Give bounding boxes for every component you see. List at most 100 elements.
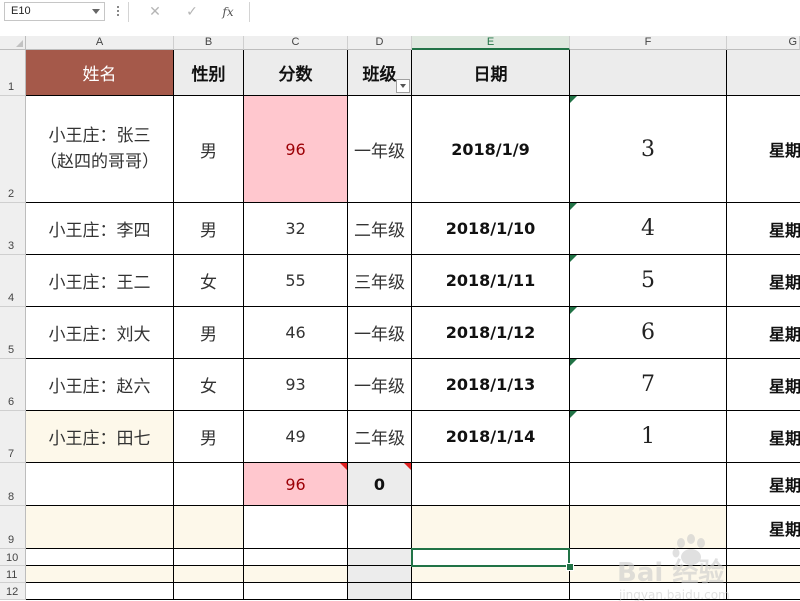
cell-e6[interactable]: 2018/1/13 xyxy=(412,359,570,411)
row-header-4[interactable]: 4 xyxy=(0,255,26,307)
row-header-6[interactable]: 6 xyxy=(0,359,26,411)
cell-a11[interactable] xyxy=(26,566,174,583)
cell-g5[interactable]: 星期 xyxy=(727,307,800,359)
cell-c2[interactable]: 96 xyxy=(244,96,348,203)
cell-f6[interactable]: 7 xyxy=(570,359,727,411)
row-header-3[interactable]: 3 xyxy=(0,203,26,255)
more-vertical-icon[interactable] xyxy=(116,4,120,18)
cell-d9[interactable] xyxy=(348,506,412,549)
cell-a9[interactable] xyxy=(26,506,174,549)
filter-dropdown-icon[interactable] xyxy=(396,79,410,93)
cell-a5[interactable]: 小王庄：刘大 xyxy=(26,307,174,359)
header-cell-gender[interactable]: 性别 xyxy=(174,50,244,96)
cell-c3[interactable]: 32 xyxy=(244,203,348,255)
cell-d6[interactable]: 一年级 xyxy=(348,359,412,411)
cancel-icon[interactable]: ✕ xyxy=(144,2,166,22)
row-header-10[interactable]: 10 xyxy=(0,549,26,566)
formula-input[interactable] xyxy=(249,2,799,22)
name-box[interactable]: E10 xyxy=(4,2,105,21)
header-cell-g[interactable] xyxy=(727,50,800,96)
column-header-g[interactable]: G xyxy=(727,36,800,50)
cell-f3[interactable]: 4 xyxy=(570,203,727,255)
column-header-d[interactable]: D xyxy=(348,36,412,50)
row-header-7[interactable]: 7 xyxy=(0,411,26,463)
cell-a3[interactable]: 小王庄：李四 xyxy=(26,203,174,255)
fill-handle[interactable] xyxy=(566,563,574,571)
cell-b6[interactable]: 女 xyxy=(174,359,244,411)
row-header-5[interactable]: 5 xyxy=(0,307,26,359)
cell-a4[interactable]: 小王庄：王二 xyxy=(26,255,174,307)
cell-e9[interactable] xyxy=(412,506,570,549)
cell-a10[interactable] xyxy=(26,549,174,566)
cell-e11[interactable] xyxy=(412,566,570,583)
select-all-button[interactable] xyxy=(0,36,26,50)
cell-c7[interactable]: 49 xyxy=(244,411,348,463)
cell-a2[interactable]: 小王庄：张三（赵四的哥哥） xyxy=(26,96,174,203)
cell-f7[interactable]: 1 xyxy=(570,411,727,463)
cell-f5[interactable]: 6 xyxy=(570,307,727,359)
row-header-1[interactable]: 1 xyxy=(0,50,26,96)
cell-g4[interactable]: 星期 xyxy=(727,255,800,307)
cell-d3[interactable]: 二年级 xyxy=(348,203,412,255)
cell-g8[interactable]: 星期 xyxy=(727,463,800,506)
cell-d11[interactable] xyxy=(348,566,412,583)
row-header-11[interactable]: 11 xyxy=(0,566,26,583)
cell-d4[interactable]: 三年级 xyxy=(348,255,412,307)
cell-d2[interactable]: 一年级 xyxy=(348,96,412,203)
cell-b12[interactable] xyxy=(174,583,244,600)
column-header-c[interactable]: C xyxy=(244,36,348,50)
cell-c9[interactable] xyxy=(244,506,348,549)
cell-g6[interactable]: 星期 xyxy=(727,359,800,411)
cell-e12[interactable] xyxy=(412,583,570,600)
cell-d5[interactable]: 一年级 xyxy=(348,307,412,359)
cell-b9[interactable] xyxy=(174,506,244,549)
cell-e3[interactable]: 2018/1/10 xyxy=(412,203,570,255)
column-header-b[interactable]: B xyxy=(174,36,244,50)
active-cell-selection[interactable] xyxy=(411,548,570,567)
cell-a7[interactable]: 小王庄：田七 xyxy=(26,411,174,463)
cell-d10[interactable] xyxy=(348,549,412,566)
cell-c6[interactable]: 93 xyxy=(244,359,348,411)
cell-c11[interactable] xyxy=(244,566,348,583)
cell-d8[interactable]: 0 xyxy=(348,463,412,506)
cell-c8[interactable]: 96 xyxy=(244,463,348,506)
column-header-a[interactable]: A xyxy=(26,36,174,50)
cell-g2[interactable]: 星期 xyxy=(727,96,800,203)
cell-b3[interactable]: 男 xyxy=(174,203,244,255)
cell-g3[interactable]: 星期 xyxy=(727,203,800,255)
cell-b4[interactable]: 女 xyxy=(174,255,244,307)
cell-b11[interactable] xyxy=(174,566,244,583)
enter-icon[interactable]: ✓ xyxy=(181,2,203,22)
row-header-12[interactable]: 12 xyxy=(0,583,26,600)
row-header-2[interactable]: 2 xyxy=(0,96,26,203)
cell-e7[interactable]: 2018/1/14 xyxy=(412,411,570,463)
cell-b7[interactable]: 男 xyxy=(174,411,244,463)
chevron-down-icon[interactable] xyxy=(92,9,100,14)
cell-g7[interactable]: 星期 xyxy=(727,411,800,463)
cell-a6[interactable]: 小王庄：赵六 xyxy=(26,359,174,411)
header-cell-date[interactable]: 日期 xyxy=(412,50,570,96)
row-header-9[interactable]: 9 xyxy=(0,506,26,549)
cell-d12[interactable] xyxy=(348,583,412,600)
cell-c12[interactable] xyxy=(244,583,348,600)
cell-a8[interactable] xyxy=(26,463,174,506)
column-header-e[interactable]: E xyxy=(412,36,570,50)
header-cell-f[interactable] xyxy=(570,50,727,96)
cell-e2[interactable]: 2018/1/9 xyxy=(412,96,570,203)
cell-d7[interactable]: 二年级 xyxy=(348,411,412,463)
cell-f8[interactable] xyxy=(570,463,727,506)
cell-b10[interactable] xyxy=(174,549,244,566)
cell-b5[interactable]: 男 xyxy=(174,307,244,359)
cell-e5[interactable]: 2018/1/12 xyxy=(412,307,570,359)
cell-e8[interactable] xyxy=(412,463,570,506)
row-header-8[interactable]: 8 xyxy=(0,463,26,506)
cell-f4[interactable]: 5 xyxy=(570,255,727,307)
cell-e4[interactable]: 2018/1/11 xyxy=(412,255,570,307)
cell-c4[interactable]: 55 xyxy=(244,255,348,307)
cell-c10[interactable] xyxy=(244,549,348,566)
cell-f2[interactable]: 3 xyxy=(570,96,727,203)
insert-function-icon[interactable]: fx xyxy=(217,2,239,22)
cell-c5[interactable]: 46 xyxy=(244,307,348,359)
header-cell-name[interactable]: 姓名 xyxy=(26,50,174,96)
header-cell-score[interactable]: 分数 xyxy=(244,50,348,96)
